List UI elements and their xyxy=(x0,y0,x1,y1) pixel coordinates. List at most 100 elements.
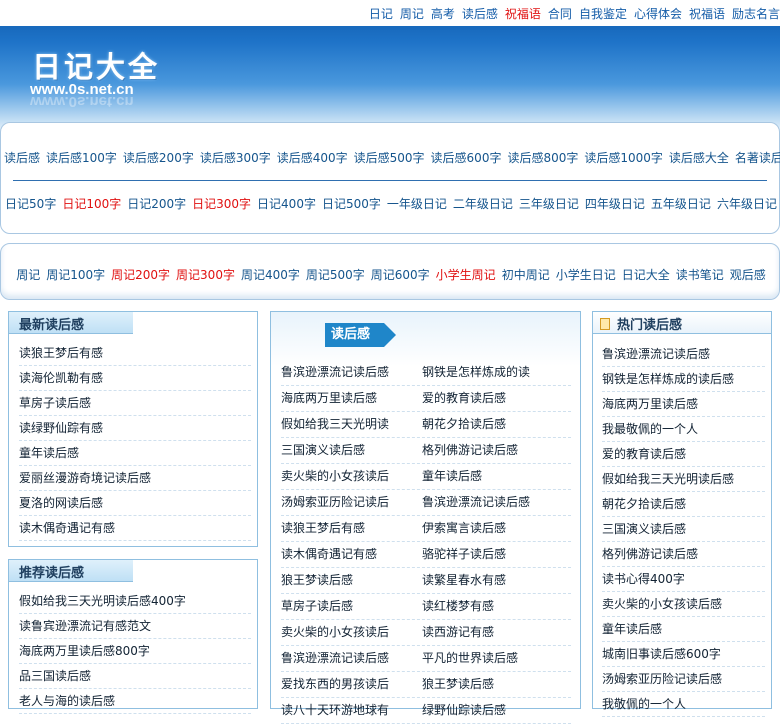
review-link[interactable]: 鲁滨逊漂流记读后感 xyxy=(281,646,389,671)
nav-link-diary[interactable]: 一年级日记 xyxy=(387,197,447,211)
top-nav-link[interactable]: 日记 xyxy=(369,7,393,21)
nav-link-review[interactable]: 读后感 xyxy=(4,151,40,165)
hot-review-link[interactable]: 城南旧事读后感600字 xyxy=(602,647,721,661)
latest-review-link[interactable]: 读狼王梦后有感 xyxy=(19,346,103,360)
hot-review-link[interactable]: 海底两万里读后感 xyxy=(602,397,698,411)
review-link[interactable]: 读八十天环游地球有 xyxy=(281,698,389,723)
review-link[interactable]: 骆驼祥子读后感 xyxy=(422,542,506,567)
top-nav-link[interactable]: 周记 xyxy=(400,7,424,21)
top-nav-link[interactable]: 祝福语 xyxy=(505,7,541,21)
review-link[interactable]: 读繁星春水有感 xyxy=(422,568,506,593)
review-link[interactable]: 狼王梦读后感 xyxy=(281,568,353,593)
top-nav-link[interactable]: 读后感 xyxy=(462,7,498,21)
hot-review-link[interactable]: 三国演义读后感 xyxy=(602,522,686,536)
top-nav-link[interactable]: 励志名言 xyxy=(732,7,780,21)
top-nav-link[interactable]: 合同 xyxy=(548,7,572,21)
nav-link-review[interactable]: 读后感1000字 xyxy=(584,151,663,165)
review-link[interactable]: 童年读后感 xyxy=(422,464,482,489)
nav-link-weekly[interactable]: 初中周记 xyxy=(502,268,550,282)
top-nav-link[interactable]: 自我鉴定 xyxy=(579,7,627,21)
latest-review-link[interactable]: 爱丽丝漫游奇境记读后感 xyxy=(19,471,151,485)
nav-link-weekly[interactable]: 周记300字 xyxy=(176,268,235,282)
nav-link-review[interactable]: 读后感400字 xyxy=(277,151,348,165)
hot-review-link[interactable]: 汤姆索亚历险记读后感 xyxy=(602,672,722,686)
nav-link-weekly[interactable]: 日记大全 xyxy=(622,268,670,282)
nav-link-weekly[interactable]: 周记400字 xyxy=(241,268,300,282)
nav-link-diary[interactable]: 二年级日记 xyxy=(453,197,513,211)
nav-link-review[interactable]: 读后感600字 xyxy=(431,151,502,165)
nav-link-diary[interactable]: 日记200字 xyxy=(127,197,186,211)
review-link[interactable]: 读木偶奇遇记有感 xyxy=(281,542,377,567)
recommended-review-link[interactable]: 假如给我三天光明读后感400字 xyxy=(19,594,186,608)
nav-link-diary[interactable]: 六年级日记 xyxy=(717,197,777,211)
review-link[interactable]: 汤姆索亚历险记读后 xyxy=(281,490,389,515)
review-link[interactable]: 三国演义读后感 xyxy=(281,438,365,463)
nav-link-diary[interactable]: 日记500字 xyxy=(322,197,381,211)
hot-review-link[interactable]: 卖火柴的小女孩读后感 xyxy=(602,597,722,611)
hot-review-link[interactable]: 鲁滨逊漂流记读后感 xyxy=(602,347,710,361)
nav-link-weekly[interactable]: 读书笔记 xyxy=(676,268,724,282)
reviews-tag[interactable]: 读后感 xyxy=(325,323,397,347)
hot-review-link[interactable]: 读书心得400字 xyxy=(602,572,685,586)
review-link[interactable]: 平凡的世界读后感 xyxy=(422,646,518,671)
hot-review-link[interactable]: 童年读后感 xyxy=(602,622,662,636)
nav-link-review[interactable]: 读后感100字 xyxy=(46,151,117,165)
nav-link-weekly[interactable]: 小学生日记 xyxy=(556,268,616,282)
review-link[interactable]: 格列佛游记读后感 xyxy=(422,438,518,463)
nav-link-diary[interactable]: 五年级日记 xyxy=(651,197,711,211)
review-link[interactable]: 读狼王梦后有感 xyxy=(281,516,365,541)
top-nav-link[interactable]: 心得体会 xyxy=(634,7,682,21)
nav-link-diary[interactable]: 日记100字 xyxy=(62,197,121,211)
nav-link-weekly[interactable]: 周记600字 xyxy=(371,268,430,282)
latest-review-link[interactable]: 读海伦凯勒有感 xyxy=(19,371,103,385)
latest-review-link[interactable]: 读绿野仙踪有感 xyxy=(19,421,103,435)
review-link[interactable]: 海底两万里读后感 xyxy=(281,386,377,411)
hot-review-link[interactable]: 朝花夕拾读后感 xyxy=(602,497,686,511)
review-link[interactable]: 鲁滨逊漂流记读后感 xyxy=(281,360,389,385)
review-link[interactable]: 绿野仙踪读后感 xyxy=(422,698,506,723)
review-link[interactable]: 草房子读后感 xyxy=(281,594,353,619)
review-link[interactable]: 读红楼梦有感 xyxy=(422,594,494,619)
nav-link-weekly[interactable]: 小学生周记 xyxy=(436,268,496,282)
nav-link-review[interactable]: 读后感800字 xyxy=(507,151,578,165)
site-logo[interactable]: 日记大全 xyxy=(32,44,160,86)
top-nav-link[interactable]: 高考 xyxy=(431,7,455,21)
nav-link-weekly[interactable]: 观后感 xyxy=(730,268,766,282)
nav-link-weekly[interactable]: 周记 xyxy=(16,268,40,282)
nav-link-review[interactable]: 读后感200字 xyxy=(123,151,194,165)
nav-link-diary[interactable]: 日记400字 xyxy=(257,197,316,211)
nav-link-weekly[interactable]: 周记500字 xyxy=(306,268,365,282)
nav-link-diary[interactable]: 日记50字 xyxy=(5,197,56,211)
review-link[interactable]: 伊索寓言读后感 xyxy=(422,516,506,541)
latest-review-link[interactable]: 童年读后感 xyxy=(19,446,79,460)
hot-review-link[interactable]: 我最敬佩的一个人 xyxy=(602,422,698,436)
review-link[interactable]: 鲁滨逊漂流记读后感 xyxy=(422,490,530,515)
recommended-review-link[interactable]: 读鲁宾逊漂流记有感范文 xyxy=(19,619,151,633)
review-link[interactable]: 爱找东西的男孩读后 xyxy=(281,672,389,697)
recommended-review-link[interactable]: 海底两万里读后感800字 xyxy=(19,644,150,658)
hot-review-link[interactable]: 钢铁是怎样炼成的读后感 xyxy=(602,372,734,386)
latest-review-link[interactable]: 草房子读后感 xyxy=(19,396,91,410)
top-nav-link[interactable]: 祝福语 xyxy=(689,7,725,21)
review-link[interactable]: 卖火柴的小女孩读后 xyxy=(281,620,389,645)
nav-link-review[interactable]: 读后感500字 xyxy=(354,151,425,165)
review-link[interactable]: 狼王梦读后感 xyxy=(422,672,494,697)
review-link[interactable]: 钢铁是怎样炼成的读 xyxy=(422,360,530,385)
nav-link-review[interactable]: 名著读后感 xyxy=(735,151,780,165)
nav-link-weekly[interactable]: 周记100字 xyxy=(46,268,105,282)
nav-link-review[interactable]: 读后感300字 xyxy=(200,151,271,165)
review-link[interactable]: 爱的教育读后感 xyxy=(422,386,506,411)
nav-link-weekly[interactable]: 周记200字 xyxy=(111,268,170,282)
hot-review-link[interactable]: 假如给我三天光明读后感 xyxy=(602,472,734,486)
review-link[interactable]: 假如给我三天光明读 xyxy=(281,412,389,437)
hot-review-link[interactable]: 格列佛游记读后感 xyxy=(602,547,698,561)
recommended-review-link[interactable]: 品三国读后感 xyxy=(19,669,91,683)
nav-link-diary[interactable]: 三年级日记 xyxy=(519,197,579,211)
recommended-review-link[interactable]: 老人与海的读后感 xyxy=(19,694,115,708)
review-link[interactable]: 朝花夕拾读后感 xyxy=(422,412,506,437)
nav-link-diary[interactable]: 日记300字 xyxy=(192,197,251,211)
latest-review-link[interactable]: 读木偶奇遇记有感 xyxy=(19,521,115,535)
nav-link-review[interactable]: 读后感大全 xyxy=(669,151,729,165)
review-link[interactable]: 读西游记有感 xyxy=(422,620,494,645)
nav-link-diary[interactable]: 四年级日记 xyxy=(585,197,645,211)
